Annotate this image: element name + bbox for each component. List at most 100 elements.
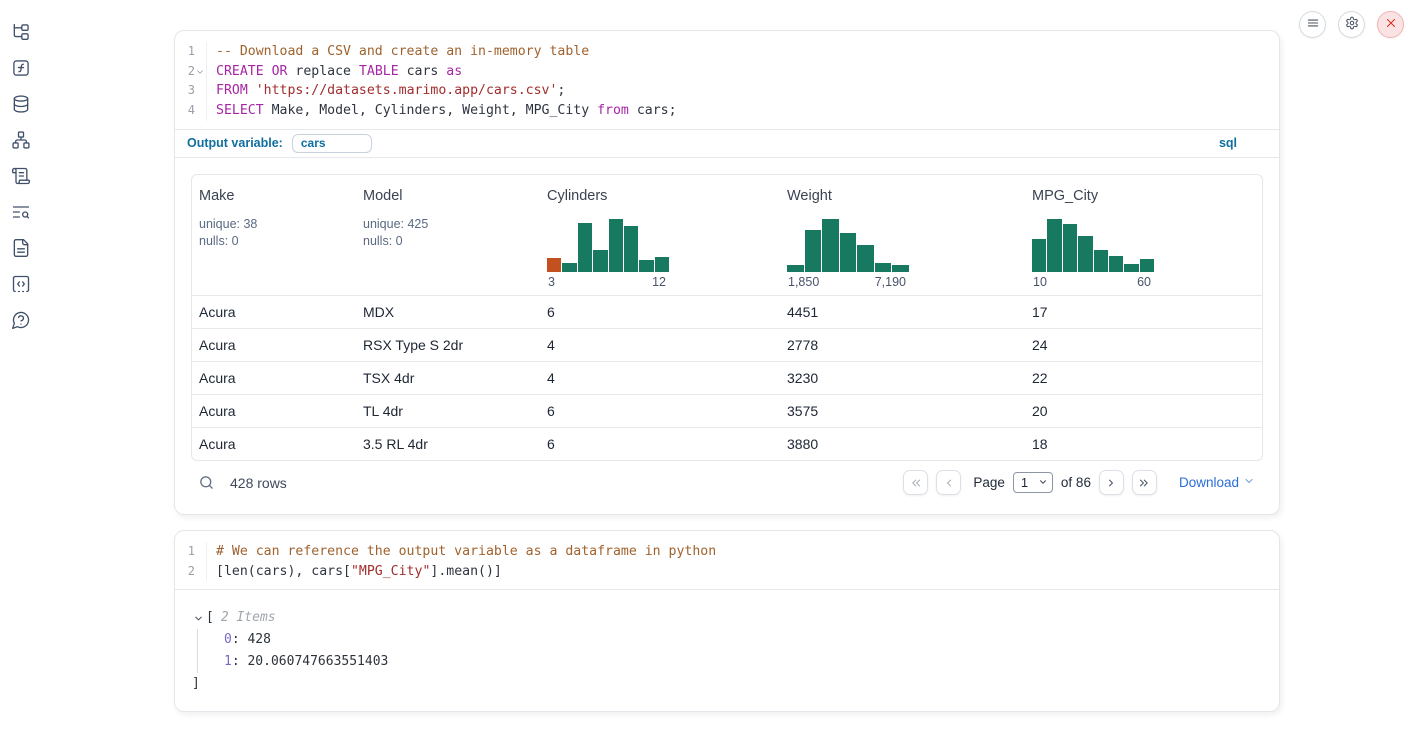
hist-max-label: 12: [652, 275, 666, 289]
column-title: Model: [363, 188, 533, 204]
shutdown-button[interactable]: [1377, 11, 1404, 38]
cell-make: Acura: [192, 370, 356, 386]
code-text: CREATE OR replace TABLE cars as: [207, 62, 462, 82]
sql-cell: 1 -- Download a CSV and create an in-memo…: [174, 30, 1280, 515]
notebook-page: 1 -- Download a CSV and create an in-memo…: [0, 0, 1408, 729]
code-text: -- Download a CSV and create an in-memor…: [207, 42, 589, 62]
line-number: 1: [175, 542, 195, 562]
table-output: Makeunique: 38nulls: 0 Model unique: 425nu…: [175, 158, 1279, 461]
histogram-bar: [787, 265, 804, 271]
scroll-icon[interactable]: [11, 166, 31, 186]
next-page-button[interactable]: [1099, 470, 1124, 495]
settings-button[interactable]: [1338, 11, 1365, 38]
menu-button[interactable]: [1299, 11, 1326, 38]
histogram-bar: [593, 250, 607, 272]
code-line: 1# We can reference the output variable …: [175, 542, 1279, 562]
bracket-open: [: [206, 607, 214, 629]
table-row: AcuraTL 4dr6357520: [192, 394, 1262, 427]
line-number: 4: [175, 101, 195, 121]
hist-max-label: 7,190: [875, 275, 906, 289]
download-button[interactable]: Download: [1179, 475, 1255, 490]
tree-item-key: 1: [224, 654, 232, 669]
last-page-button[interactable]: [1132, 470, 1157, 495]
tree-item: 1: 20.060747663551403: [224, 651, 1263, 673]
fold-spacer: [195, 105, 206, 116]
tree-item-value: : 428: [232, 632, 271, 647]
column-histogram: 1,8507,190: [787, 219, 1018, 289]
column-header-weight[interactable]: Weight1,8507,190: [780, 175, 1025, 295]
snippets-icon[interactable]: [11, 274, 31, 294]
settings-icon: [1345, 16, 1359, 33]
column-title: Make: [199, 188, 349, 204]
bracket-close: ]: [192, 673, 1263, 695]
histogram-bar: [892, 265, 909, 271]
line-number: 1: [175, 42, 195, 62]
cell-weight: 3575: [780, 403, 1025, 419]
cell-mpg_city: 18: [1025, 436, 1262, 452]
fold-spacer: [195, 86, 206, 97]
code-text: [len(cars), cars["MPG_City"].mean()]: [207, 562, 502, 582]
file-tree-icon[interactable]: [11, 22, 31, 42]
help-icon[interactable]: [11, 310, 31, 330]
histogram-bar: [655, 257, 669, 272]
fold-spacer: [195, 566, 206, 577]
column-stats: unique: 425nulls: 0: [363, 216, 533, 250]
collapse-chevron-icon[interactable]: [192, 612, 204, 624]
histogram-bar: [1094, 250, 1108, 272]
histogram-bar: [1078, 236, 1092, 272]
histogram-bar: [822, 219, 839, 272]
page-total-label: of 86: [1061, 475, 1091, 490]
code-text: FROM 'https://datasets.marimo.app/cars.c…: [207, 81, 565, 101]
line-number-gutter: 1: [175, 42, 207, 62]
first-page-button[interactable]: [903, 470, 928, 495]
histogram-bar: [857, 245, 874, 272]
shutdown-icon: [1384, 16, 1398, 33]
histogram-bar: [624, 226, 638, 272]
logs-search-icon[interactable]: [11, 202, 31, 222]
line-number-gutter: 4: [175, 101, 207, 121]
function-icon[interactable]: [11, 58, 31, 78]
page-select[interactable]: 1: [1013, 472, 1053, 493]
sidebar: [0, 22, 42, 330]
cell-weight: 2778: [780, 337, 1025, 353]
line-number: 2: [175, 562, 195, 582]
cell-weight: 3230: [780, 370, 1025, 386]
column-header-mpg_city[interactable]: MPG_City1060: [1025, 175, 1262, 295]
column-header-model[interactable]: Model unique: 425nulls: 0: [356, 175, 540, 295]
cell-cylinders: 4: [540, 370, 780, 386]
fold-chevron-icon[interactable]: [195, 66, 206, 77]
page-select-value: 1: [1021, 475, 1028, 490]
table-row: AcuraMDX6445117: [192, 295, 1262, 328]
download-label: Download: [1179, 475, 1239, 490]
tree-children: 0: 4281: 20.060747663551403: [197, 629, 1263, 672]
histogram-bar: [562, 263, 576, 271]
output-variable-bar: Output variable: sql: [175, 129, 1279, 158]
prev-page-button[interactable]: [936, 470, 961, 495]
histogram-bar: [547, 258, 561, 272]
hist-max-label: 60: [1137, 275, 1151, 289]
python-cell: 1# We can reference the output variable …: [174, 530, 1280, 712]
line-number-gutter: 2: [175, 62, 207, 82]
cell-model: TL 4dr: [356, 403, 540, 419]
fold-spacer: [195, 546, 206, 557]
cell-weight: 3880: [780, 436, 1025, 452]
items-count-label: 2 Items: [221, 607, 276, 629]
column-header-cylinders[interactable]: Cylinders312: [540, 175, 780, 295]
cell-model: 3.5 RL 4dr: [356, 436, 540, 452]
table-row: Acura3.5 RL 4dr6388018: [192, 427, 1262, 460]
histogram-bar: [578, 223, 592, 272]
hist-min-label: 10: [1033, 275, 1047, 289]
line-number-gutter: 3: [175, 81, 207, 101]
database-icon[interactable]: [11, 94, 31, 114]
sql-code-editor[interactable]: 1 -- Download a CSV and create an in-memo…: [175, 31, 1279, 129]
cell-make: Acura: [192, 403, 356, 419]
dependency-graph-icon[interactable]: [11, 130, 31, 150]
column-histogram: 312: [547, 219, 773, 289]
python-code-editor[interactable]: 1# We can reference the output variable …: [175, 531, 1279, 589]
pagination: Page 1 of 86 Download: [903, 470, 1255, 495]
column-header-make[interactable]: Makeunique: 38nulls: 0: [192, 175, 356, 295]
output-variable-input[interactable]: [292, 134, 372, 153]
document-icon[interactable]: [11, 238, 31, 258]
search-icon[interactable]: [197, 474, 215, 492]
cell-model: MDX: [356, 304, 540, 320]
